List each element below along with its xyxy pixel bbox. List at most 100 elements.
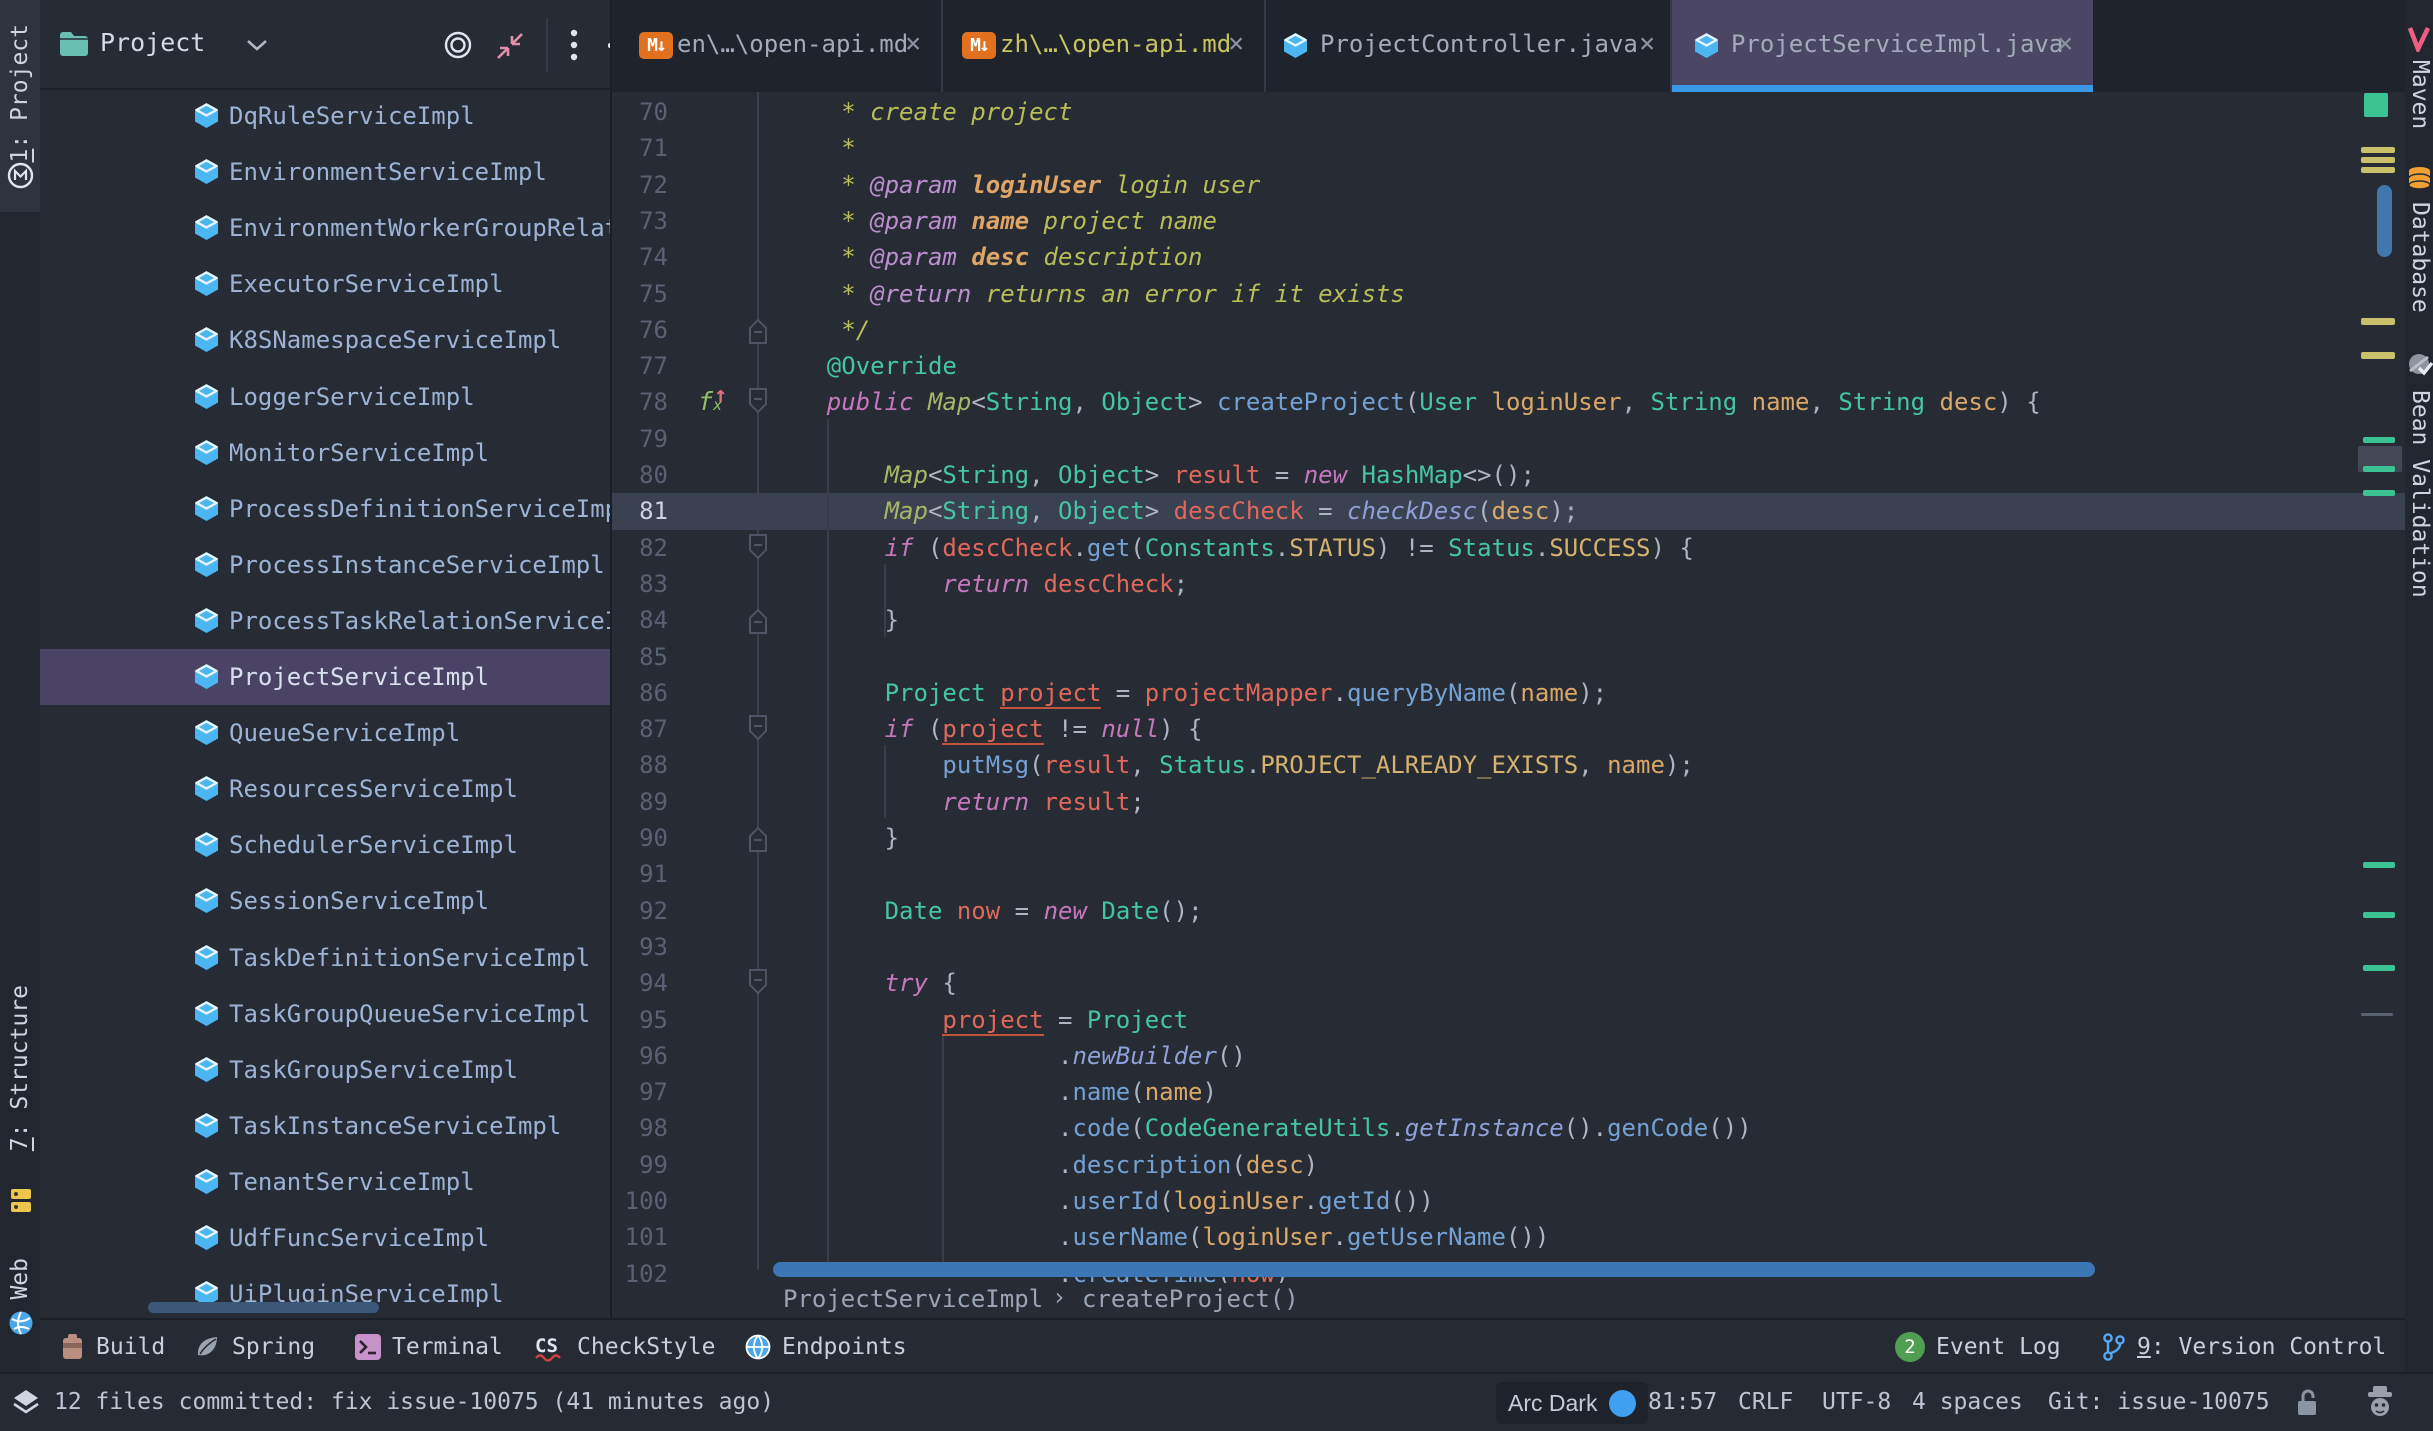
tool-window-label-database[interactable]: Database [2407, 202, 2433, 313]
stripe-mark[interactable] [2363, 466, 2395, 472]
tree-item-SchedulerServiceImpl[interactable]: SchedulerServiceImpl [40, 817, 610, 873]
line-number[interactable]: 101 [612, 1219, 668, 1255]
code-line-95[interactable]: project = Project [769, 1002, 1188, 1038]
tree-item-SessionServiceImpl[interactable]: SessionServiceImpl [40, 873, 610, 929]
line-number[interactable]: 78 [612, 384, 668, 420]
code-line-72[interactable]: * @param loginUser login user [769, 167, 1260, 203]
tree-item-EnvironmentWorkerGroupRelati[interactable]: EnvironmentWorkerGroupRelati [40, 200, 610, 256]
breadcrumb-class[interactable]: ProjectServiceImpl [783, 1285, 1043, 1313]
line-number[interactable]: 91 [612, 856, 668, 892]
line-number[interactable]: 98 [612, 1110, 668, 1146]
line-number[interactable]: 97 [612, 1074, 668, 1110]
editor-tab-zhopen-api.md[interactable]: M↓zh\…\open-api.md× [943, 0, 1266, 92]
editor-tab-ProjectServiceImpl.java[interactable]: ProjectServiceImpl.java× [1672, 0, 2093, 92]
editor-vertical-scrollbar[interactable] [2377, 185, 2392, 257]
tree-item-ProcessTaskRelationServiceI[interactable]: ProcessTaskRelationServiceI [40, 593, 610, 649]
line-number[interactable]: 81 [612, 493, 668, 529]
code-line-86[interactable]: Project project = projectMapper.queryByN… [769, 675, 1607, 711]
code-line-70[interactable]: * create project [769, 94, 1072, 130]
bean-validation-icon[interactable] [2407, 352, 2433, 378]
line-number[interactable]: 77 [612, 348, 668, 384]
code-line-87[interactable]: if (project != null) { [769, 711, 1203, 747]
line-number[interactable]: 93 [612, 929, 668, 965]
tree-item-UdfFuncServiceImpl[interactable]: UdfFuncServiceImpl [40, 1210, 610, 1266]
fold-marker-icon[interactable] [746, 824, 770, 852]
caret-position[interactable]: 81:57 [1648, 1389, 1717, 1415]
fold-marker-icon[interactable] [746, 969, 770, 997]
locate-target-icon[interactable] [443, 30, 473, 60]
tree-item-QueueServiceImpl[interactable]: QueueServiceImpl [40, 705, 610, 761]
file-encoding[interactable]: UTF-8 [1822, 1389, 1891, 1415]
fold-marker-icon[interactable] [746, 606, 770, 634]
code-line-76[interactable]: */ [769, 312, 870, 348]
project-panel-title[interactable]: Project [100, 28, 205, 57]
line-number[interactable]: 87 [612, 711, 668, 747]
stripe-mark[interactable] [2361, 352, 2395, 359]
code-line-97[interactable]: .name(name) [769, 1074, 1217, 1110]
kebab-menu-icon[interactable] [568, 28, 580, 62]
line-number[interactable]: 100 [612, 1183, 668, 1219]
code-line-81[interactable]: Map<String, Object> descCheck = checkDes… [769, 493, 1578, 529]
code-line-78[interactable]: public Map<String, Object> createProject… [769, 384, 2041, 420]
tool-window-button-spring[interactable]: Spring [195, 1320, 315, 1374]
line-number[interactable]: 80 [612, 457, 668, 493]
line-number[interactable]: 70 [612, 94, 668, 130]
user-hat-icon[interactable] [2366, 1386, 2394, 1418]
code-line-90[interactable]: } [769, 820, 899, 856]
stripe-mark[interactable] [2361, 157, 2395, 163]
line-number[interactable]: 71 [612, 130, 668, 166]
editor-tab-enopen-api.md[interactable]: M↓en\…\open-api.md× [620, 0, 943, 92]
tree-item-ProcessInstanceServiceImpl[interactable]: ProcessInstanceServiceImpl [40, 537, 610, 593]
tree-item-TaskGroupServiceImpl[interactable]: TaskGroupServiceImpl [40, 1042, 610, 1098]
tree-item-TenantServiceImpl[interactable]: TenantServiceImpl [40, 1154, 610, 1210]
tree-item-ResourcesServiceImpl[interactable]: ResourcesServiceImpl [40, 761, 610, 817]
tool-window-button-event-log[interactable]: 2Event Log [1895, 1320, 2061, 1374]
line-number[interactable]: 89 [612, 784, 668, 820]
stripe-mark[interactable] [2363, 437, 2395, 443]
fold-marker-icon[interactable] [746, 534, 770, 562]
code-line-101[interactable]: .userName(loginUser.getUserName()) [769, 1219, 1549, 1255]
code-line-71[interactable]: * [769, 130, 856, 166]
line-separator[interactable]: CRLF [1738, 1389, 1793, 1415]
code-line-75[interactable]: * @return returns an error if it exists [769, 276, 1405, 312]
line-number[interactable]: 84 [612, 602, 668, 638]
git-branch-widget[interactable]: Git: issue-10075 [2048, 1389, 2270, 1415]
line-number[interactable]: 88 [612, 747, 668, 783]
editor-error-stripe[interactable] [2355, 92, 2405, 1283]
tool-window-label-maven[interactable]: Maven [2407, 60, 2433, 129]
tool-window-button-project[interactable]: 1: Project [0, 0, 40, 212]
line-number[interactable]: 90 [612, 820, 668, 856]
tab-close-icon[interactable]: × [2057, 28, 2073, 59]
code-line-80[interactable]: Map<String, Object> result = new HashMap… [769, 457, 1535, 493]
tree-item-ProjectServiceImpl[interactable]: ProjectServiceImpl [40, 649, 610, 705]
line-number[interactable]: 94 [612, 965, 668, 1001]
code-editor[interactable]: 7071727374757677787980818283848586878889… [612, 92, 2405, 1283]
line-number[interactable]: 85 [612, 639, 668, 675]
tool-window-button-version-control[interactable]: 9: Version Control [2102, 1320, 2386, 1374]
indent-setting[interactable]: 4 spaces [1912, 1389, 2023, 1415]
stripe-mark[interactable] [2364, 93, 2388, 117]
fold-marker-icon[interactable] [746, 316, 770, 344]
line-number[interactable]: 73 [612, 203, 668, 239]
line-number[interactable]: 74 [612, 239, 668, 275]
line-number[interactable]: 76 [612, 312, 668, 348]
code-line-89[interactable]: return result; [769, 784, 1145, 820]
tab-close-icon[interactable]: × [905, 28, 921, 59]
tree-item-LoggerServiceImpl[interactable]: LoggerServiceImpl [40, 369, 610, 425]
tool-window-button-terminal[interactable]: Terminal [355, 1320, 503, 1374]
code-line-100[interactable]: .userId(loginUser.getId()) [769, 1183, 1434, 1219]
tool-window-label-bean-validation[interactable]: Bean Validation [2407, 390, 2433, 598]
code-line-98[interactable]: .code(CodeGenerateUtils.getInstance().ge… [769, 1110, 1752, 1146]
code-line-73[interactable]: * @param name project name [769, 203, 1217, 239]
code-line-94[interactable]: try { [769, 965, 957, 1001]
stripe-mark[interactable] [2363, 965, 2395, 971]
tab-close-icon[interactable]: × [1228, 28, 1244, 59]
code-line-74[interactable]: * @param desc description [769, 239, 1203, 275]
hide-panel-icon[interactable] [608, 43, 610, 48]
line-number[interactable]: 83 [612, 566, 668, 602]
stripe-mark[interactable] [2361, 147, 2395, 153]
line-number[interactable]: 79 [612, 421, 668, 457]
line-number[interactable]: 86 [612, 675, 668, 711]
stripe-mark[interactable] [2363, 862, 2395, 868]
stripe-mark[interactable] [2363, 912, 2395, 918]
